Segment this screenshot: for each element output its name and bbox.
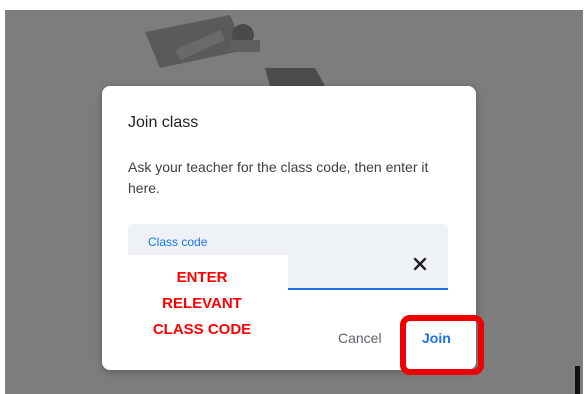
- clear-code-button[interactable]: [408, 252, 432, 276]
- class-code-label: Class code: [148, 235, 208, 249]
- join-button[interactable]: Join: [422, 330, 451, 346]
- close-icon: [413, 257, 427, 271]
- annotation-line: ENTER: [176, 269, 228, 286]
- annotation-callout: ENTER RELEVANT CLASS CODE: [116, 255, 288, 357]
- cancel-button[interactable]: Cancel: [338, 330, 382, 346]
- dialog-description: Ask your teacher for the class code, the…: [128, 159, 429, 196]
- annotation-line: CLASS CODE: [152, 321, 252, 338]
- dialog-title: Join class: [128, 114, 199, 131]
- screenshot-stage: Join class Ask your teacher for the clas…: [0, 0, 587, 394]
- bg-shape-bar: [230, 40, 260, 52]
- bg-shape-block: [265, 68, 325, 86]
- annotation-text: ENTER RELEVANT CLASS CODE: [116, 265, 288, 343]
- text-cursor-mark: [575, 366, 580, 394]
- annotation-line: RELEVANT: [162, 295, 242, 312]
